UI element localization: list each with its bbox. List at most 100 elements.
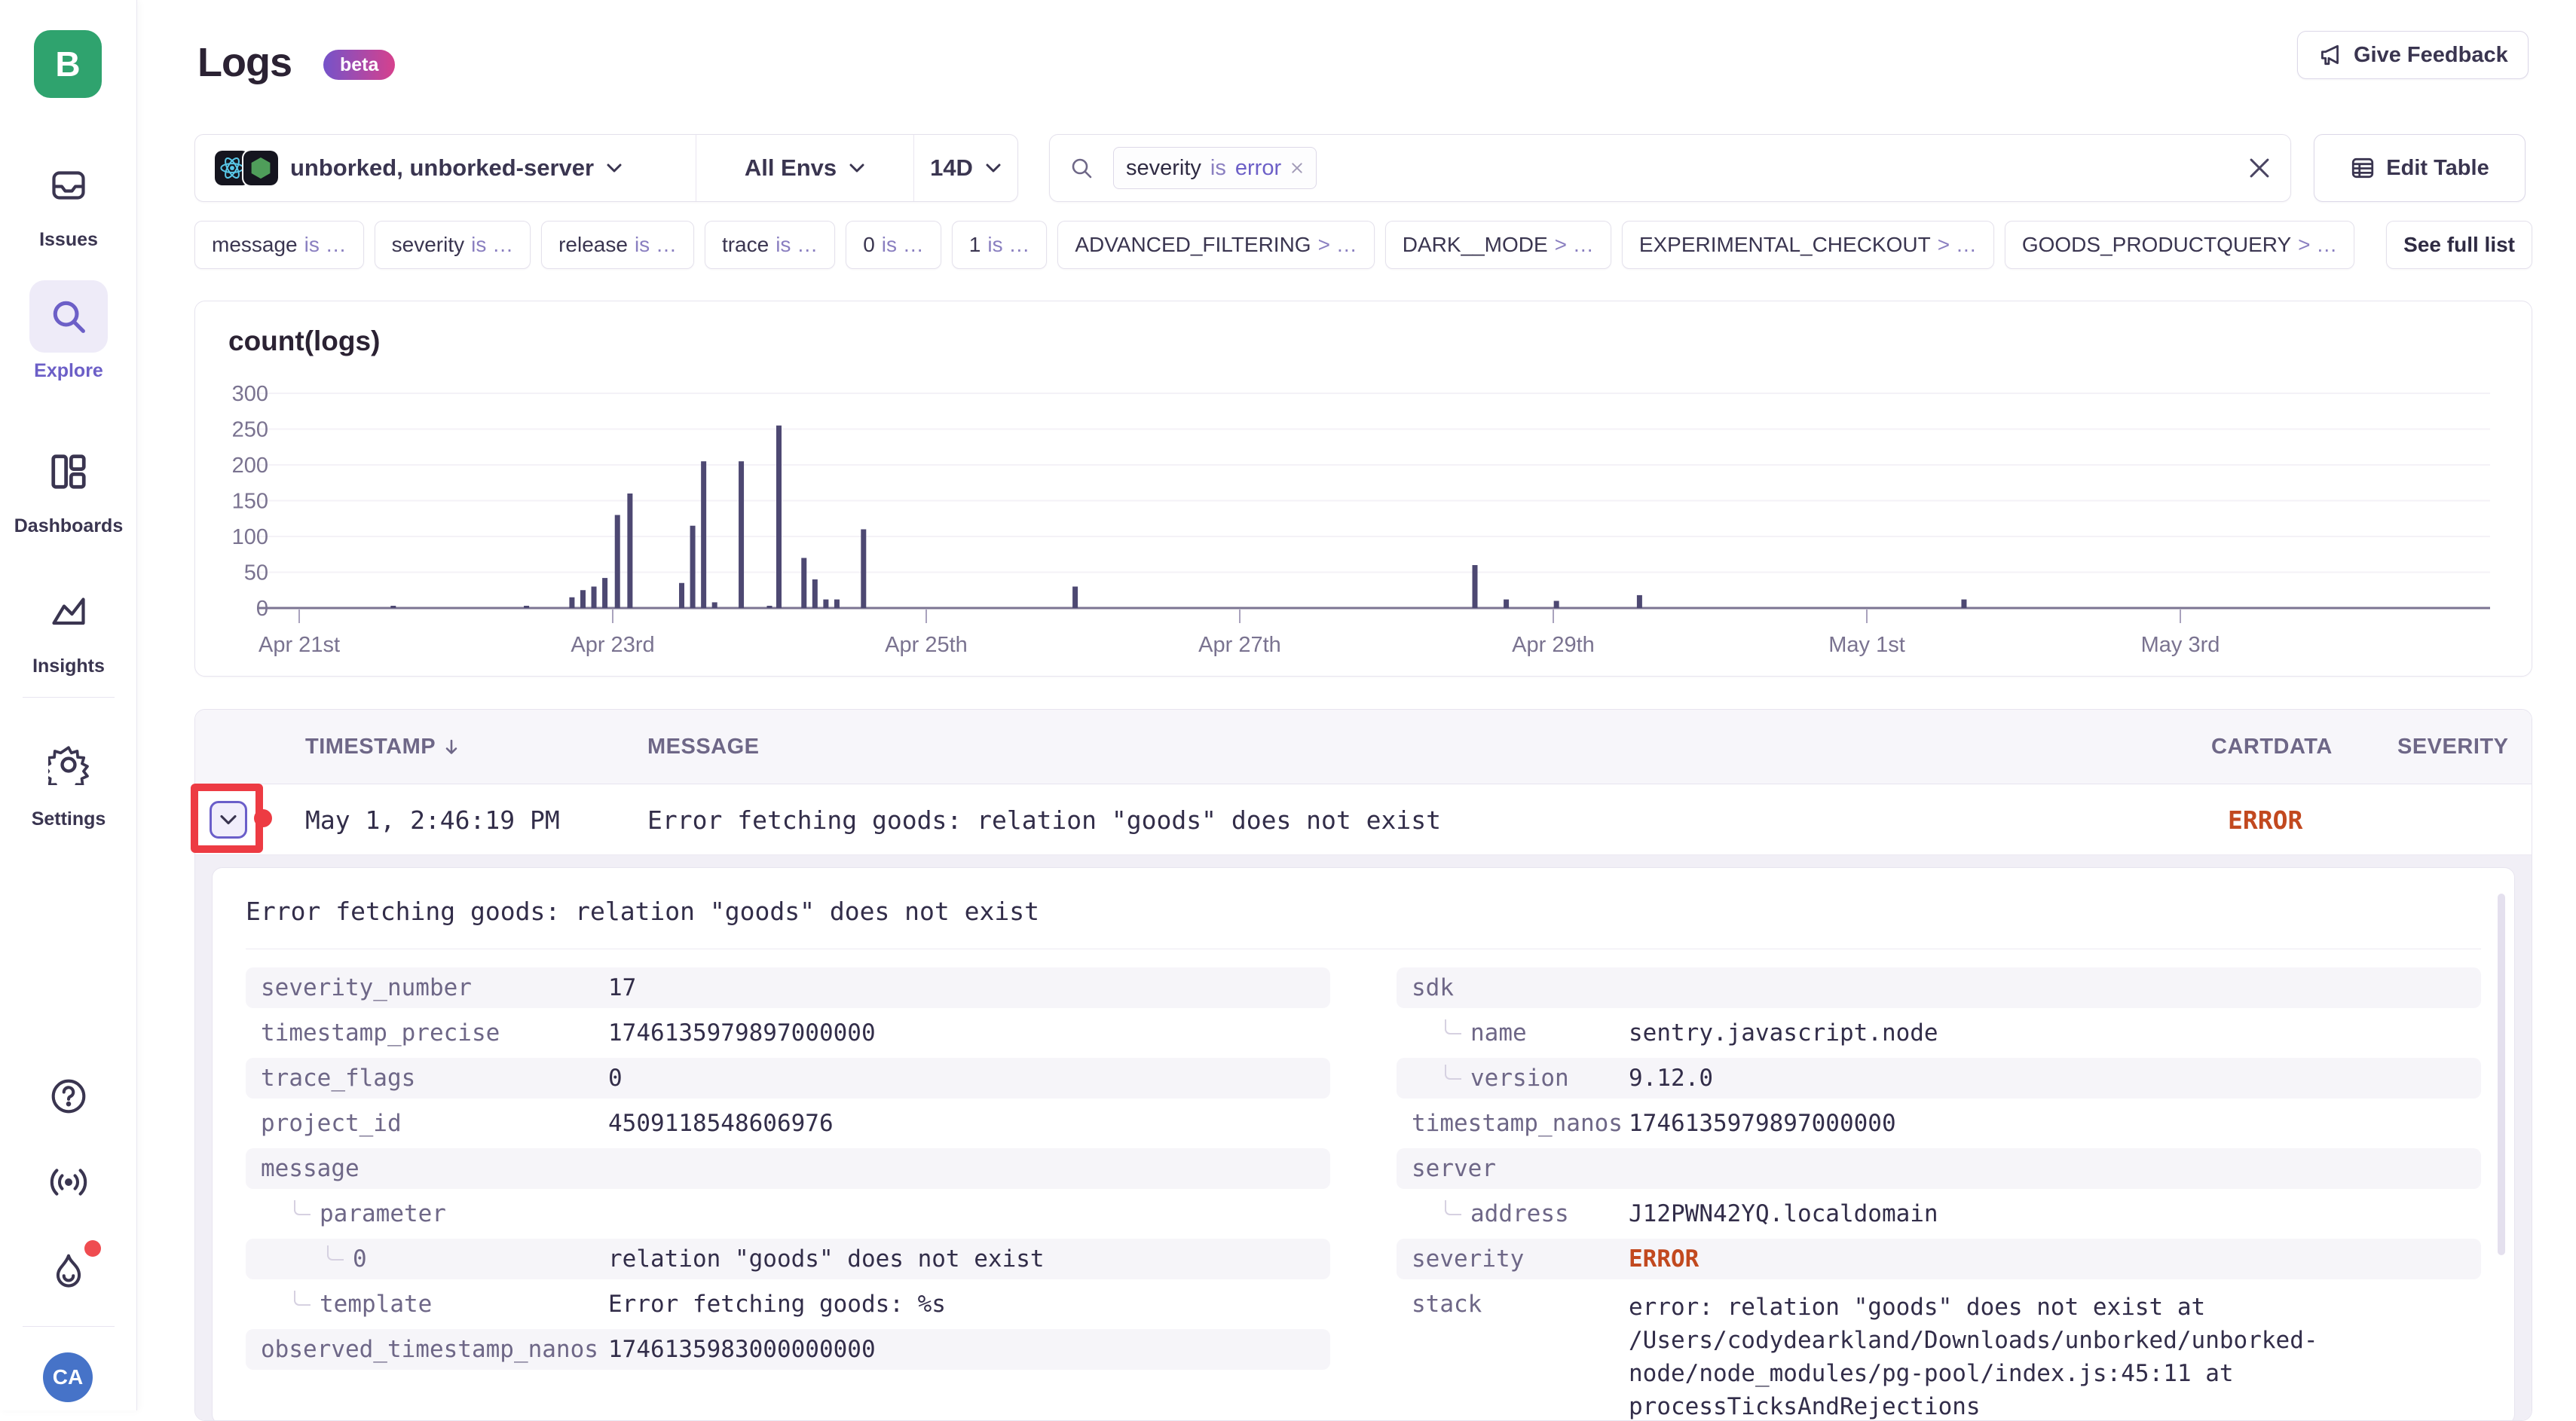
detail-row-trace_flags: trace_flags0 [246,1058,1330,1099]
search-input[interactable]: severity is error [1049,134,2291,202]
detail-scrollbar[interactable] [2498,894,2505,1255]
detail-row-sdk: sdk [1397,967,2481,1008]
chevron-down-icon [985,162,1002,174]
settings-icon [48,744,89,785]
sort-descending-icon [443,738,460,756]
chevron-down-icon [606,162,623,174]
remove-token-icon[interactable] [1290,161,1304,175]
expand-row-button[interactable] [210,801,247,839]
svg-text:Apr 27th: Apr 27th [1198,633,1281,657]
chevron-down-icon [849,162,865,174]
detail-value-address: J12PWN42YQ.localdomain [1629,1200,2466,1227]
broadcast-icon [48,1163,89,1201]
detail-value-0: relation "goods" does not exist [608,1245,1315,1273]
sidebar-item-issues[interactable]: Issues [0,149,137,251]
svg-text:Apr 25th: Apr 25th [885,633,968,657]
detail-value-timestamp_nanos: 1746135979897000000 [1629,1110,2466,1137]
column-header-cartdata[interactable]: CARTDATA [2211,710,2333,784]
sidebar: B Issues Explore Dashboards Insights Setting… [0,0,137,1410]
environment-selector[interactable]: All Envs [696,135,913,201]
svg-text:250: 250 [232,418,268,442]
beta-badge: beta [323,50,395,80]
svg-text:May 3rd: May 3rd [2141,633,2220,657]
help-button[interactable] [0,1077,137,1115]
see-full-list-button[interactable]: See full list [2386,221,2532,269]
sidebar-item-insights[interactable]: Insights [0,576,137,677]
filter-chip-advanced_filtering[interactable]: ADVANCED_FILTERING> … [1057,221,1374,269]
detail-value-timestamp_precise: 1746135979897000000 [608,1019,1315,1047]
filter-chip-goods_productquery[interactable]: GOODS_PRODUCTQUERY> … [2005,221,2354,269]
clear-search-icon[interactable] [2248,157,2271,179]
detail-row-server: server [1397,1148,2481,1189]
avatar[interactable]: CA [43,1352,93,1402]
help-icon [50,1077,87,1115]
column-header-severity[interactable]: SEVERITY [2397,710,2508,784]
detail-value-severity: ERROR [1629,1245,2466,1273]
detail-row-severity_number: severity_number17 [246,967,1330,1008]
tree-connector [1445,1200,1461,1215]
filter-chip-severity[interactable]: severityis … [375,221,531,269]
svg-text:Apr 23rd: Apr 23rd [571,633,654,657]
filter-chip-trace[interactable]: traceis … [705,221,835,269]
filter-chip-experimental_checkout[interactable]: EXPERIMENTAL_CHECKOUT> … [1622,221,1994,269]
detail-row-stack: stackerror: relation "goods" does not ex… [1397,1284,2481,1421]
detail-value-trace_flags: 0 [608,1065,1315,1092]
search-filter-token[interactable]: severity is error [1113,147,1317,189]
search-icon [48,296,89,337]
filter-chip-1[interactable]: 1is … [952,221,1048,269]
row-severity-value: ERROR [2228,784,2302,855]
detail-row-0: 0relation "goods" does not exist [246,1239,1330,1279]
notification-dot [84,1240,101,1257]
whats-new-button[interactable] [0,1251,137,1291]
sidebar-divider [23,697,115,698]
row-timestamp: May 1, 2:46:19 PM [305,784,560,855]
page-filter-bar: unborked, unborked-server All Envs 14D [194,134,1018,202]
svg-text:Apr 21st: Apr 21st [259,633,340,657]
sidebar-item-settings[interactable]: Settings [0,729,137,830]
detail-value-template: Error fetching goods: %s [608,1291,1315,1318]
logs-table: TIMESTAMP MESSAGE CARTDATA SEVERITY May … [194,709,2532,1421]
detail-heading: Error fetching goods: relation "goods" d… [246,897,2481,926]
dashboards-icon [48,451,89,492]
tree-connector [1445,1019,1461,1034]
detail-attributes-right: sdknamesentry.javascript.nodeversion9.12… [1397,967,2481,1421]
megaphone-icon [2317,42,2343,68]
logs-count-chart-panel: count(logs) 050100150200250300Apr 21stAp… [194,301,2532,677]
issues-icon [48,167,89,203]
column-header-message[interactable]: MESSAGE [647,710,760,784]
broadcast-button[interactable] [0,1163,137,1201]
filter-chip-message[interactable]: messageis … [194,221,364,269]
detail-row-severity: severityERROR [1397,1239,2481,1279]
svg-text:100: 100 [232,525,268,549]
table-icon [2350,155,2376,181]
detail-row-version: version9.12.0 [1397,1058,2481,1099]
project-platform-icons [215,151,278,185]
tree-connector [1445,1065,1461,1080]
sidebar-item-dashboards[interactable]: Dashboards [0,435,137,537]
detail-row-parameter: parameter [246,1193,1330,1234]
give-feedback-button[interactable]: Give Feedback [2297,31,2529,79]
detail-row-timestamp_nanos: timestamp_nanos1746135979897000000 [1397,1103,2481,1144]
column-header-timestamp[interactable]: TIMESTAMP [305,710,460,784]
filter-chip-0[interactable]: 0is … [846,221,941,269]
detail-row-timestamp_precise: timestamp_precise1746135979897000000 [246,1013,1330,1053]
search-icon [1069,156,1094,180]
log-row[interactable]: May 1, 2:46:19 PM Error fetching goods: … [195,784,2532,855]
app-logo[interactable]: B [34,30,102,98]
filter-chip-release[interactable]: releaseis … [541,221,694,269]
filter-chip-dark__mode[interactable]: DARK__MODE> … [1385,221,1611,269]
tree-connector [327,1245,344,1261]
sidebar-item-explore[interactable]: Explore [0,280,137,382]
detail-row-observed_timestamp_nanos: observed_timestamp_nanos1746135983000000… [246,1329,1330,1370]
row-message: Error fetching goods: relation "goods" d… [647,784,1441,855]
detail-row-message: message [246,1148,1330,1189]
quick-filter-chips: messageis …severityis …releaseis …tracei… [194,221,2532,269]
date-range-selector[interactable]: 14D [913,135,1017,201]
sidebar-divider [23,1326,115,1327]
log-detail-panel: Error fetching goods: relation "goods" d… [212,867,2515,1421]
svg-text:150: 150 [232,490,268,514]
project-selector[interactable]: unborked, unborked-server [195,135,696,201]
detail-attributes-left: severity_number17 timestamp_precise174613… [246,967,1330,1374]
detail-value-version: 9.12.0 [1629,1065,2466,1092]
edit-table-button[interactable]: Edit Table [2314,134,2526,202]
